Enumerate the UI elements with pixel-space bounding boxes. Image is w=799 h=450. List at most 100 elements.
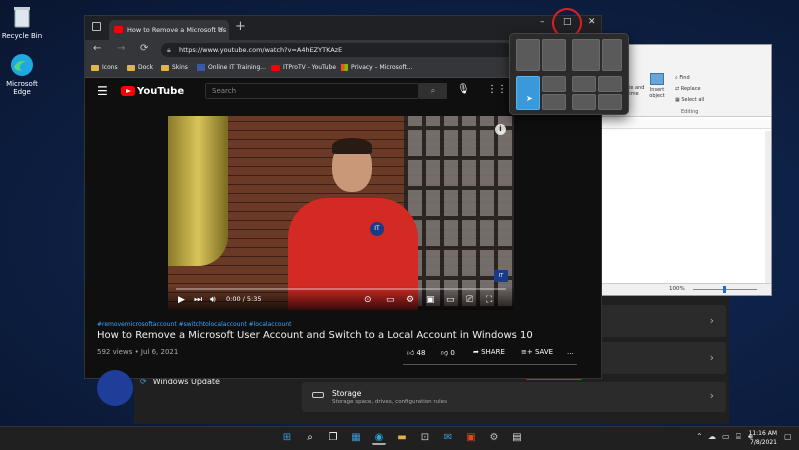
snap-layout-wide-left[interactable] xyxy=(572,39,600,71)
insert-object-button[interactable]: Insert object xyxy=(645,73,669,99)
itpro-watermark[interactable]: IT xyxy=(494,270,508,282)
select-all-label: Select all xyxy=(681,97,705,103)
video-pipes xyxy=(168,116,228,266)
close-window-button[interactable]: ✕ xyxy=(588,17,596,27)
channel-avatar[interactable] xyxy=(97,370,133,406)
apps-grid-icon[interactable]: ⋮⋮ xyxy=(487,84,507,95)
video-player[interactable]: IT i IT ▶ ⏭︎ 🔊︎ 0:00 / 5:35 ⊙ ▭ ⚙︎ ▣ ▭ ⎚… xyxy=(168,116,514,310)
progress-bar[interactable] xyxy=(176,288,506,290)
forward-icon[interactable]: → xyxy=(117,43,125,54)
microsoft-icon xyxy=(341,64,348,71)
new-tab-button[interactable]: + xyxy=(235,19,246,34)
video-hashtags[interactable]: #removemicrosoftaccount #switchtolocalac… xyxy=(97,321,292,328)
snap-layout-narrow-right[interactable] xyxy=(602,39,622,71)
thumbs-up-icon: 👍︎ xyxy=(407,349,417,357)
bookmark-icons[interactable]: Icons xyxy=(91,64,118,71)
bookmark-privacy-microsoft[interactable]: Privacy – Microsoft... xyxy=(341,64,413,71)
tab-title: How to Remove a Microsoft Us xyxy=(127,26,227,34)
edge-label: Microsoft Edge xyxy=(6,80,38,96)
office-icon[interactable]: ▣ xyxy=(464,431,478,445)
bookmark-skins[interactable]: Skins xyxy=(161,64,188,71)
storage-row[interactable]: › xyxy=(302,382,726,412)
folder-icon xyxy=(161,64,169,71)
notifications-icon[interactable]: ▢ xyxy=(784,432,792,441)
zoom-level: 100% xyxy=(669,286,685,292)
bookmark-dock[interactable]: Dock xyxy=(127,64,153,71)
edge-taskbar-icon[interactable]: ◉ xyxy=(372,431,386,445)
theater-mode-icon[interactable]: ▭ xyxy=(446,295,455,305)
snap-layout-quad-2[interactable] xyxy=(598,76,622,92)
itpro-icon xyxy=(197,64,205,71)
show-hidden-icons-icon[interactable]: ⌃ xyxy=(696,432,703,441)
back-icon[interactable]: ← xyxy=(93,43,101,54)
search-input[interactable]: Search xyxy=(205,83,419,99)
settings-gear-icon[interactable]: ⚙ xyxy=(487,431,501,445)
file-explorer-icon[interactable]: ▬ xyxy=(395,431,409,445)
snap-layouts-flyout: ➤ xyxy=(509,33,629,115)
minimize-button[interactable]: – xyxy=(540,17,545,27)
notepad-icon[interactable]: ▤ xyxy=(510,431,524,445)
cloud-icon[interactable]: ☁ xyxy=(708,432,716,441)
snap-layout-quad-4[interactable] xyxy=(598,94,622,110)
storage-icon xyxy=(312,392,324,398)
store-icon[interactable]: ⊡ xyxy=(418,431,432,445)
autoplay-toggle-icon[interactable]: ⊙ xyxy=(364,295,372,305)
share-button[interactable]: ➦ SHARE xyxy=(473,348,505,356)
replace-button[interactable]: ⇄ Replace xyxy=(675,86,701,92)
search-button[interactable]: ⌕ xyxy=(419,83,447,99)
volume-icon[interactable]: 🔊︎ xyxy=(210,295,216,305)
insert-object-icon xyxy=(650,73,664,85)
settings-icon[interactable]: ⚙︎ xyxy=(406,295,414,305)
document-area[interactable] xyxy=(605,131,763,283)
zoom-thumb[interactable] xyxy=(723,286,726,293)
snap-layout-half-right[interactable] xyxy=(542,39,566,71)
hamburger-menu-icon[interactable]: ☰ xyxy=(97,84,109,98)
snap-layout-half-left[interactable] xyxy=(516,39,540,71)
task-view-icon[interactable]: ❐ xyxy=(326,431,340,445)
refresh-icon[interactable]: ⟳ xyxy=(140,43,148,54)
network-icon[interactable]: ⌸ xyxy=(736,432,741,442)
select-all-button[interactable]: ▦ Select all xyxy=(675,97,704,103)
itpro-shirt-logo: IT xyxy=(370,222,384,236)
tab-close-icon[interactable]: ✕ xyxy=(217,20,224,40)
microphone-icon[interactable]: 🎙︎ xyxy=(457,84,470,95)
more-actions-button[interactable]: ... xyxy=(567,348,574,356)
save-button[interactable]: ≡+ SAVE xyxy=(521,348,553,356)
like-button[interactable]: 👍︎ 48 xyxy=(407,348,425,357)
next-icon[interactable]: ⏭︎ xyxy=(194,295,202,305)
vertical-scrollbar[interactable] xyxy=(765,131,771,283)
fullscreen-icon[interactable]: ⛶ xyxy=(486,295,492,305)
system-clock[interactable]: 11:16 AM 7/8/2021 xyxy=(749,429,777,447)
cast-icon[interactable]: ⎚ xyxy=(466,295,473,305)
insert-object-label: Insert object xyxy=(649,87,665,99)
miniplayer-icon[interactable]: ▣ xyxy=(426,295,435,305)
find-button[interactable]: ⌕ Find xyxy=(675,75,690,81)
edge-shortcut[interactable]: Microsoft Edge xyxy=(0,52,52,96)
time-display: 0:00 / 5:35 xyxy=(226,295,262,303)
captions-icon[interactable]: ▭ xyxy=(386,295,395,305)
display-icon[interactable]: ▭ xyxy=(722,432,730,441)
youtube-favicon-icon xyxy=(271,64,280,71)
bookmark-online-it-training[interactable]: Online IT Training... xyxy=(197,64,266,71)
info-icon[interactable]: i xyxy=(495,124,506,135)
tab-youtube[interactable]: How to Remove a Microsoft Us ✕ xyxy=(109,20,229,40)
bookmark-itprotv-youtube[interactable]: ITProTV - YouTube xyxy=(271,64,336,71)
youtube-logo[interactable]: YouTube xyxy=(121,86,184,97)
snap-layout-top-right[interactable] xyxy=(542,76,566,92)
snap-layout-quad-1[interactable] xyxy=(572,76,596,92)
widgets-icon[interactable]: ▦ xyxy=(349,431,363,445)
ruler xyxy=(599,119,771,129)
play-icon[interactable]: ▶ xyxy=(178,295,185,305)
tab-actions-icon[interactable] xyxy=(92,22,101,31)
recycle-bin-shortcut[interactable]: Recycle Bin xyxy=(0,4,52,40)
edge-icon xyxy=(9,52,35,78)
snap-layout-left-selected[interactable] xyxy=(516,76,540,110)
snap-layout-quad-3[interactable] xyxy=(572,94,596,110)
snap-layout-bottom-right[interactable] xyxy=(542,94,566,110)
mail-icon[interactable]: ✉ xyxy=(441,431,455,445)
chevron-right-icon: › xyxy=(709,314,714,327)
dislike-button[interactable]: 👎︎ 0 xyxy=(441,348,455,357)
search-icon[interactable]: ⌕ xyxy=(303,431,317,445)
start-button-icon[interactable]: ⊞ xyxy=(280,431,294,445)
search-icon: ⌕ xyxy=(430,86,436,95)
